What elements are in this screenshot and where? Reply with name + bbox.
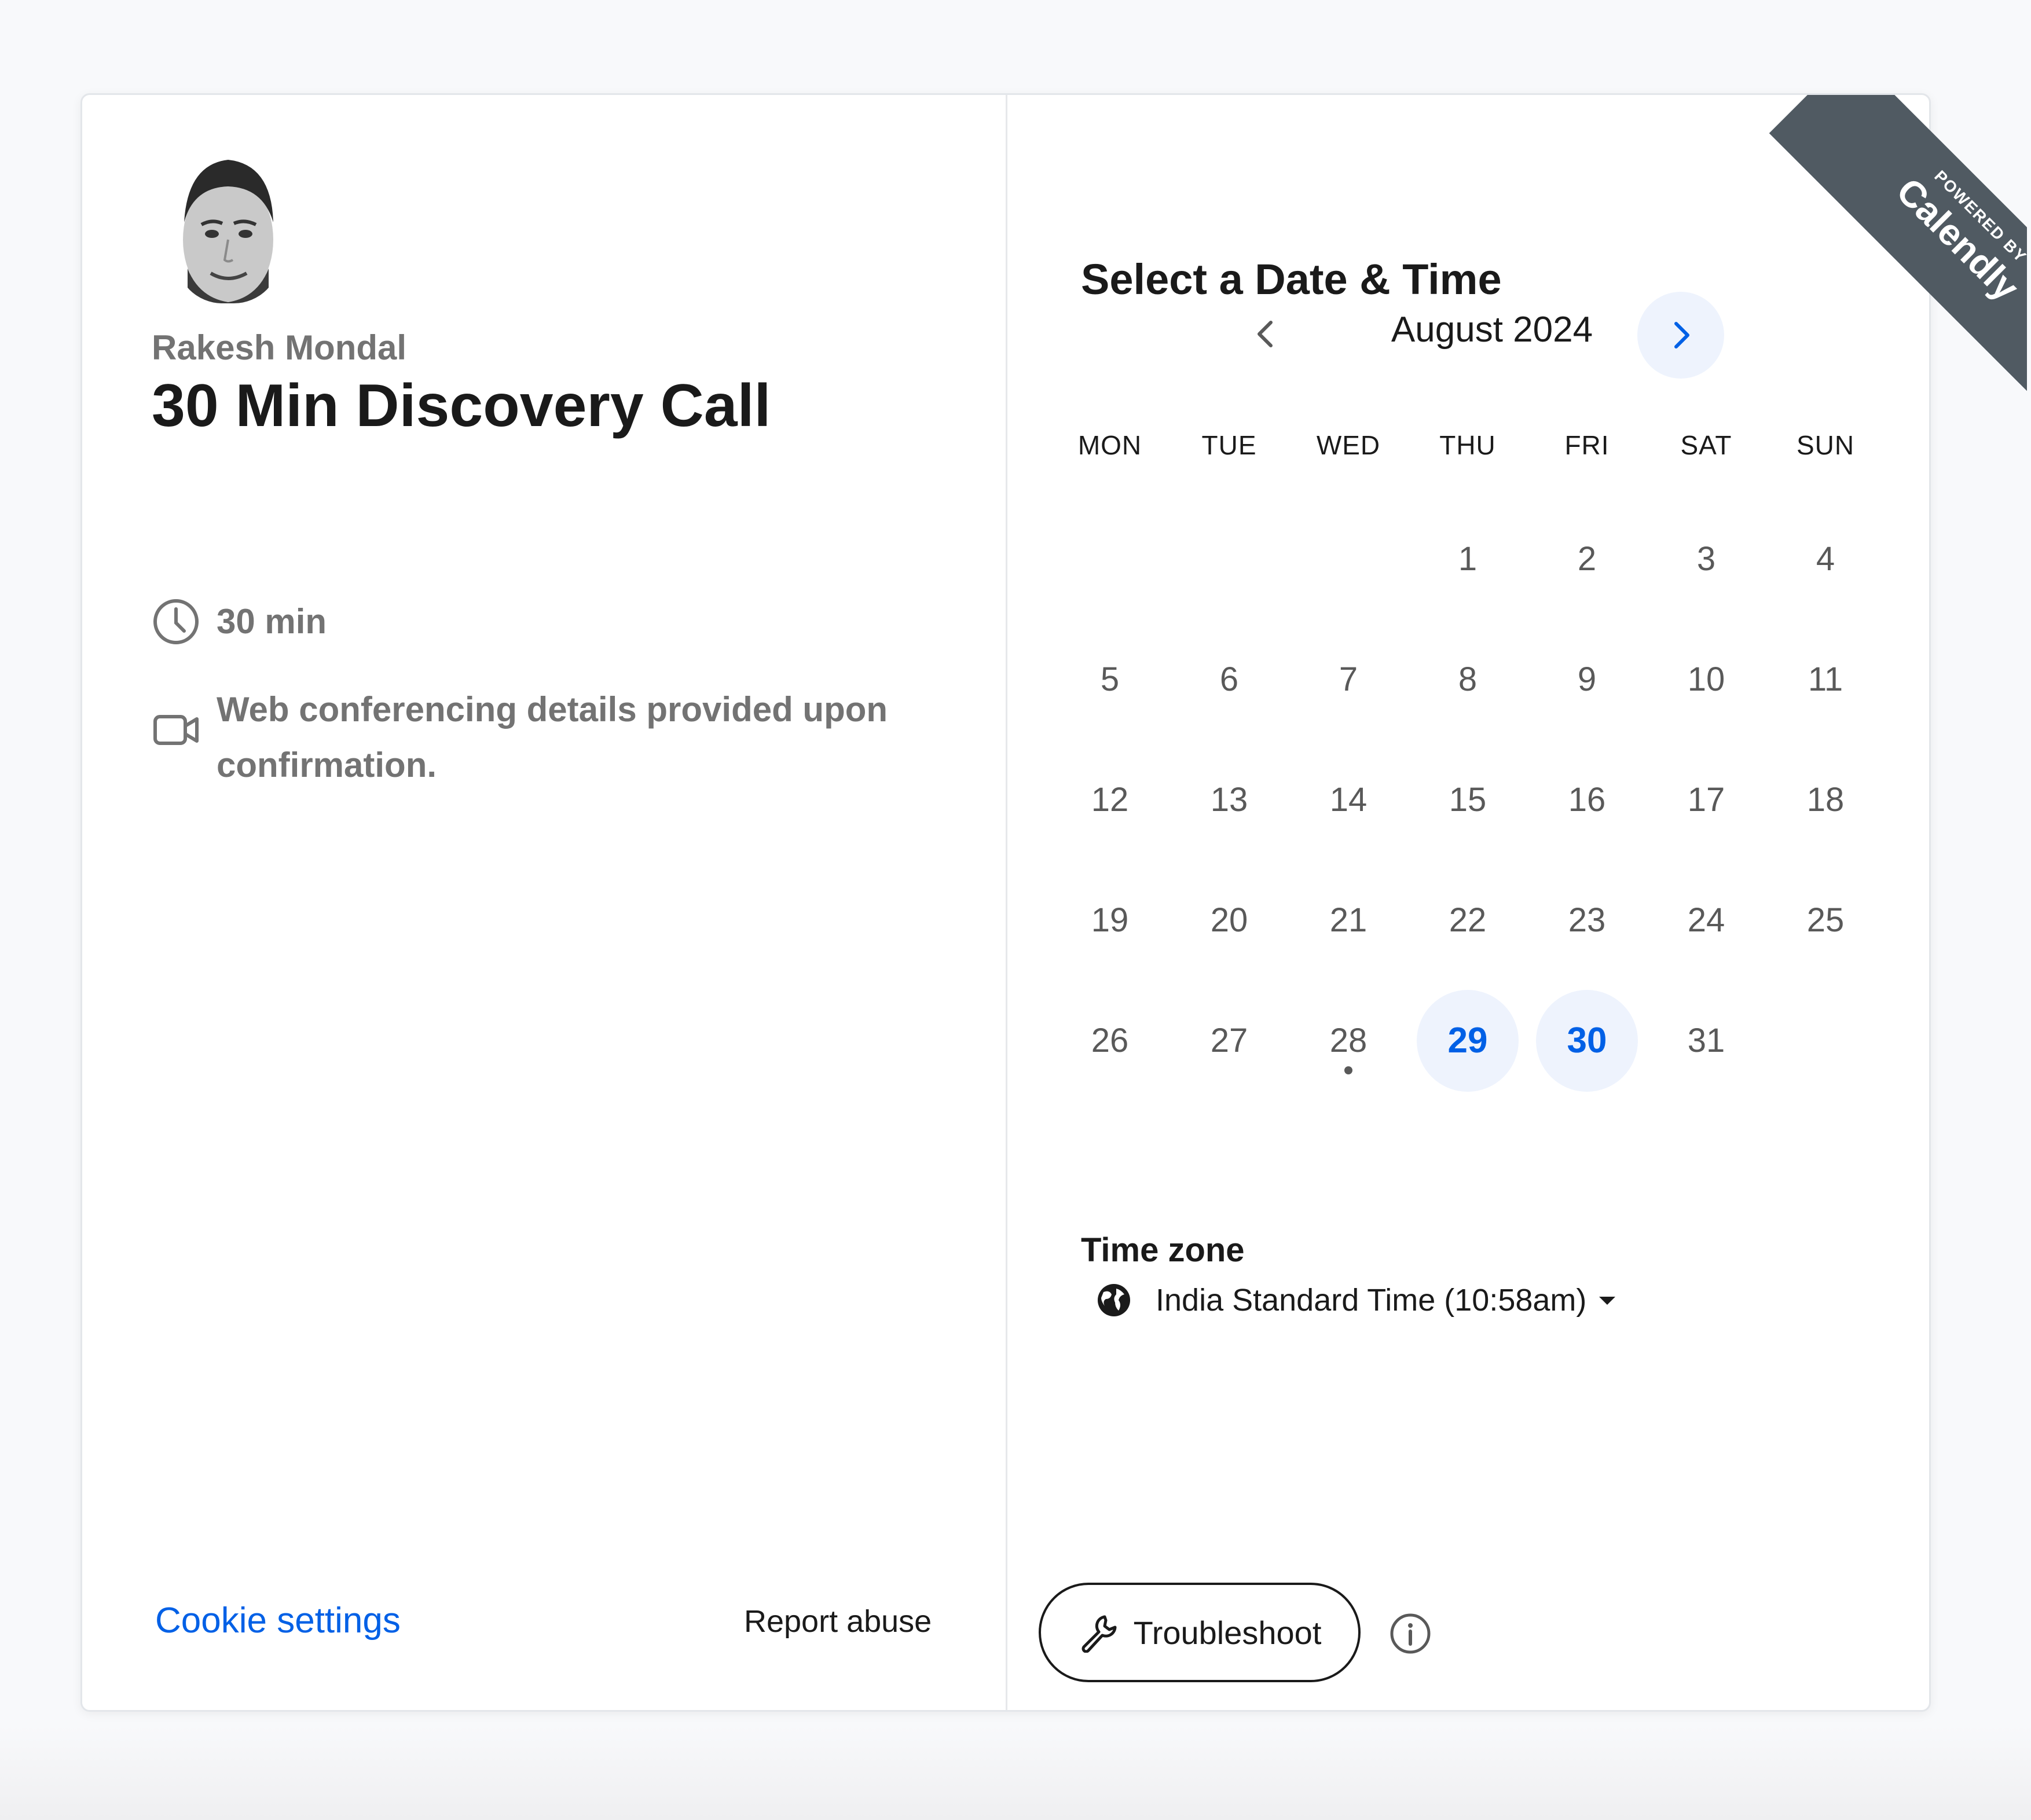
info-icon[interactable] xyxy=(1388,1612,1432,1656)
weekday-sun: SUN xyxy=(1796,430,1855,460)
calendar-day-16: 16 xyxy=(1568,781,1606,819)
location-line-1: Web conferencing details provided upon xyxy=(217,690,888,729)
powered-by-ribbon[interactable]: POWERED BY Calendly xyxy=(1703,95,2027,419)
booking-card: Rakesh Mondal 30 Min Discovery Call 30 m… xyxy=(80,93,2027,1712)
location-text: Web conferencing details provided upon c… xyxy=(217,682,888,793)
caret-down-icon xyxy=(1599,1297,1616,1305)
calendar-day-9: 9 xyxy=(1577,661,1597,698)
calendar-day-19: 19 xyxy=(1091,901,1129,939)
today-indicator-dot xyxy=(1344,1066,1352,1074)
calendar-day-2: 2 xyxy=(1577,540,1597,578)
calendar-day-15: 15 xyxy=(1449,781,1487,819)
weekday-thu: THU xyxy=(1439,430,1496,460)
weekday-fri: FRI xyxy=(1564,430,1610,460)
timezone-select[interactable]: India Standard Time (10:58am) xyxy=(1095,1282,1619,1319)
calendar-day-4: 4 xyxy=(1816,540,1835,578)
report-abuse-link[interactable]: Report abuse xyxy=(744,1603,932,1639)
timezone-value: India Standard Time (10:58am) xyxy=(1156,1283,1587,1318)
globe-icon xyxy=(1098,1284,1130,1316)
calendar-day-13: 13 xyxy=(1210,781,1248,819)
calendar-day-3: 3 xyxy=(1696,540,1716,578)
calendar-day-11: 11 xyxy=(1808,661,1843,698)
wrench-icon xyxy=(1082,1615,1117,1653)
calendar-day-24: 24 xyxy=(1687,901,1725,939)
weekday-mon: MON xyxy=(1077,430,1142,460)
calendar-day-22: 22 xyxy=(1449,901,1487,939)
calendar-day-20: 20 xyxy=(1210,901,1248,939)
calendar-day-29[interactable]: 29 xyxy=(1417,990,1519,1092)
event-title: 30 Min Discovery Call xyxy=(152,372,771,439)
duration-text: 30 min xyxy=(217,602,327,641)
calendar-day-30[interactable]: 30 xyxy=(1536,990,1638,1092)
host-name: Rakesh Mondal xyxy=(152,328,407,367)
calendar-day-25: 25 xyxy=(1806,901,1845,939)
weekday-sat: SAT xyxy=(1680,430,1732,460)
panel-divider xyxy=(1006,95,1007,1710)
timezone-label: Time zone xyxy=(1081,1231,1245,1269)
section-title: Select a Date & Time xyxy=(1081,255,1502,303)
calendar-day-17: 17 xyxy=(1687,781,1725,819)
weekday-wed: WED xyxy=(1316,430,1381,460)
ribbon-band: POWERED BY Calendly xyxy=(1769,95,2027,419)
calendar-day-23: 23 xyxy=(1568,901,1606,939)
avatar xyxy=(176,153,280,303)
calendar-day-6: 6 xyxy=(1219,661,1239,698)
calendar-day-7: 7 xyxy=(1339,661,1358,698)
clock-icon xyxy=(153,599,199,644)
cookie-settings-link[interactable]: Cookie settings xyxy=(155,1600,401,1641)
calendar-day-12: 12 xyxy=(1091,781,1129,819)
calendar-day-26: 26 xyxy=(1091,1022,1129,1059)
duration-row: 30 min xyxy=(152,597,327,646)
calendar-day-27: 27 xyxy=(1210,1022,1248,1059)
troubleshoot-button[interactable]: Troubleshoot xyxy=(1039,1583,1361,1682)
calendar-day-8: 8 xyxy=(1458,661,1478,698)
location-row: Web conferencing details provided upon c… xyxy=(152,682,888,793)
video-camera-icon xyxy=(153,715,199,745)
location-line-2: confirmation. xyxy=(217,746,437,784)
calendar-day-10: 10 xyxy=(1687,661,1725,698)
calendar-day-5: 5 xyxy=(1100,661,1120,698)
calendar-day-14: 14 xyxy=(1329,781,1368,819)
chevron-right-icon xyxy=(1674,322,1689,348)
calendar-day-21: 21 xyxy=(1329,901,1368,939)
weekday-tue: TUE xyxy=(1201,430,1257,460)
calendar-day-1: 1 xyxy=(1458,540,1478,578)
troubleshoot-label: Troubleshoot xyxy=(1133,1614,1322,1651)
calendar-day-18: 18 xyxy=(1806,781,1845,819)
calendar-day-31: 31 xyxy=(1687,1022,1725,1059)
calendar-day-28: 28 xyxy=(1329,1022,1368,1059)
